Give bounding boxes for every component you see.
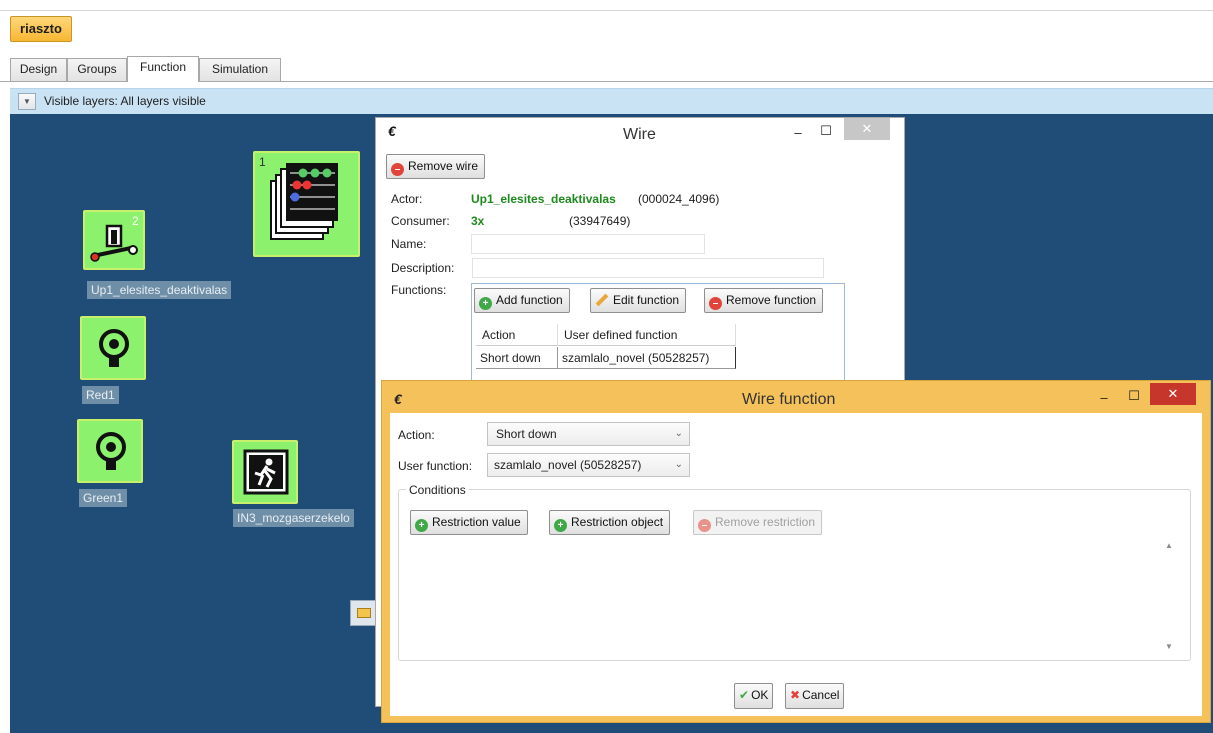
grid-header-action[interactable]: Action — [476, 324, 558, 346]
add-function-button[interactable]: + Add function — [474, 288, 570, 313]
pencil-icon — [595, 293, 609, 307]
name-field[interactable] — [471, 234, 705, 254]
consumer-id: (33947649) — [569, 214, 631, 228]
scroll-up-icon[interactable]: ▲ — [1165, 541, 1173, 550]
node-label-green1: Green1 — [79, 489, 128, 507]
node-label-in3: IN3_mozgaserzekelo — [233, 509, 354, 527]
restriction-object-label: Restriction object — [571, 515, 664, 529]
add-function-label: Add function — [496, 293, 563, 307]
node-green1[interactable] — [77, 419, 143, 483]
grid-cell-user-function[interactable]: szamlalo_novel (50528257) — [558, 347, 736, 369]
node-label-up1: Up1_elesites_deaktivalas — [87, 281, 232, 299]
wire-title: Wire — [623, 126, 656, 143]
add-icon: + — [415, 519, 428, 532]
wire-function-body: Action: Short down ⌄ User function: szaml… — [390, 413, 1202, 716]
conditions-scrollbar[interactable]: ▲ ▼ — [1162, 541, 1178, 651]
remove-function-label: Remove function — [726, 293, 817, 307]
checkmark-icon: ✔ — [739, 688, 750, 702]
wire-function-window: € Wire function – ☐ ✕ Action: Short down… — [381, 380, 1211, 723]
functions-grid: Action User defined function Short down … — [476, 324, 846, 378]
minimize-icon[interactable]: – — [786, 122, 810, 144]
node-in3[interactable] — [232, 440, 298, 504]
cross-icon: ✖ — [790, 688, 801, 702]
lamp-icon — [99, 329, 129, 367]
grid-cell-action[interactable]: Short down — [476, 347, 558, 369]
layers-label: Visible layers: All layers visible — [44, 94, 206, 108]
app-logo-icon: € — [394, 391, 402, 407]
restriction-value-label: Restriction value — [432, 515, 521, 529]
scroll-down-icon[interactable]: ▼ — [1165, 642, 1173, 651]
edit-function-button[interactable]: Edit function — [590, 288, 687, 313]
tab-groups[interactable]: Groups — [67, 58, 127, 81]
actor-id: (000024_4096) — [638, 192, 720, 206]
wire-function-title: Wire function — [742, 391, 836, 408]
node-up1[interactable]: 2 — [83, 210, 145, 270]
restriction-value-button[interactable]: + Restriction value — [410, 510, 528, 535]
folder-icon[interactable] — [350, 600, 376, 626]
remove-wire-button[interactable]: – Remove wire — [386, 154, 486, 179]
remove-wire-label: Remove wire — [408, 159, 479, 173]
user-function-select[interactable]: szamlalo_novel (50528257) ⌄ — [487, 453, 690, 477]
remove-icon: – — [709, 297, 722, 310]
app-logo-icon: € — [388, 123, 396, 139]
wire-titlebar: € Wire – ☐ ✕ — [376, 118, 904, 150]
grid-header-user-function[interactable]: User defined function — [558, 324, 736, 346]
close-icon[interactable]: ✕ — [844, 118, 890, 140]
user-function-select-value: szamlalo_novel (50528257) — [494, 458, 642, 472]
restriction-object-button[interactable]: + Restriction object — [549, 510, 671, 535]
actor-label: Actor: — [391, 192, 423, 206]
layers-bar: ▼ Visible layers: All layers visible — [10, 88, 1213, 114]
top-divider — [0, 10, 1213, 11]
maximize-icon[interactable]: ☐ — [814, 120, 838, 142]
edit-function-label: Edit function — [613, 293, 680, 307]
tab-simulation[interactable]: Simulation — [199, 58, 281, 81]
node-label-red1: Red1 — [82, 386, 119, 404]
action-select[interactable]: Short down ⌄ — [487, 422, 690, 446]
chevron-down-icon: ⌄ — [674, 428, 683, 439]
conditions-label: Conditions — [406, 483, 469, 497]
remove-icon: – — [698, 519, 711, 532]
functions-label: Functions: — [391, 283, 447, 297]
add-icon: + — [554, 519, 567, 532]
remove-icon: – — [391, 163, 404, 176]
motion-sensor-icon — [243, 449, 289, 495]
maximize-icon[interactable]: ☐ — [1122, 385, 1146, 407]
minimize-icon[interactable]: – — [1092, 387, 1116, 409]
close-icon[interactable]: ✕ — [1150, 383, 1196, 405]
node-counter[interactable]: 1 — [253, 151, 360, 257]
remove-restriction-label: Remove restriction — [715, 515, 816, 529]
cancel-button[interactable]: ✖ Cancel — [785, 683, 845, 709]
user-function-label: User function: — [398, 459, 473, 473]
ok-button[interactable]: ✔ OK — [734, 683, 774, 709]
remove-function-button[interactable]: – Remove function — [704, 288, 824, 313]
description-field[interactable] — [472, 258, 824, 278]
project-tab[interactable]: riaszto — [10, 16, 72, 42]
action-label: Action: — [398, 428, 435, 442]
description-label: Description: — [391, 261, 455, 275]
add-icon: + — [479, 297, 492, 310]
remove-restriction-button[interactable]: – Remove restriction — [693, 510, 823, 535]
node-red1[interactable] — [80, 316, 146, 380]
counter-stack-icon — [270, 163, 338, 240]
actor-name: Up1_elesites_deaktivalas — [471, 192, 616, 206]
name-label: Name: — [391, 237, 427, 251]
lamp-icon — [96, 432, 126, 470]
push-button-icon — [90, 224, 138, 262]
tab-function[interactable]: Function — [127, 56, 199, 82]
tab-design[interactable]: Design — [10, 58, 67, 81]
cancel-label: Cancel — [802, 688, 840, 702]
ok-label: OK — [751, 688, 769, 702]
consumer-name: 3x — [471, 214, 485, 228]
action-select-value: Short down — [496, 427, 557, 441]
layers-dropdown-button[interactable]: ▼ — [18, 93, 36, 110]
consumer-label: Consumer: — [391, 214, 450, 228]
chevron-down-icon: ⌄ — [674, 459, 683, 470]
